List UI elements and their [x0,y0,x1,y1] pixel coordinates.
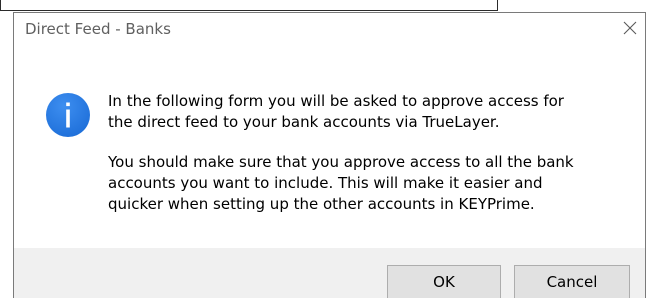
message-dialog: Direct Feed - Banks In the following for… [13,12,646,298]
close-button[interactable] [615,13,645,43]
title-bar[interactable]: Direct Feed - Banks [14,13,645,43]
cancel-button[interactable]: Cancel [514,265,630,298]
screen: Direct Feed - Banks In the following for… [0,0,648,298]
close-icon [623,21,637,35]
background-window-edge [0,0,498,11]
message-text: In the following form you will be asked … [108,91,628,215]
dialog-title: Direct Feed - Banks [25,20,171,38]
message-paragraph-2: You should make sure that you approve ac… [108,153,574,213]
button-bar: OK Cancel [14,248,645,298]
message-paragraph-1: In the following form you will be asked … [108,92,564,131]
dialog-content: In the following form you will be asked … [14,43,645,248]
ok-button[interactable]: OK [387,265,501,298]
info-icon [46,93,90,137]
